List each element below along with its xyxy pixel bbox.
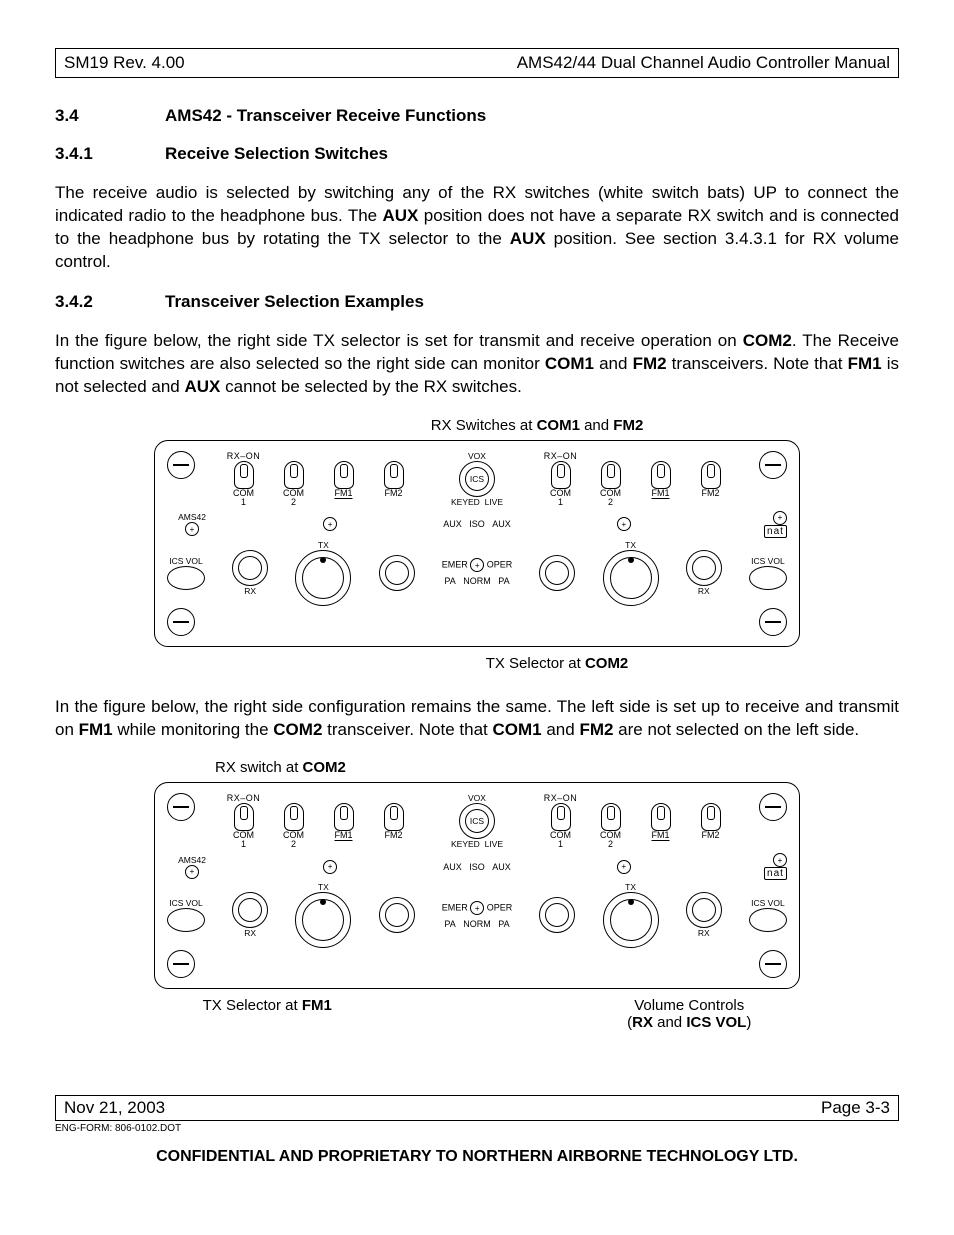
- tx-selector-knob: [603, 550, 659, 606]
- toggle-switch: [651, 803, 671, 831]
- sectitle: AMS42 - Transceiver Receive Functions: [165, 106, 486, 125]
- knob-icon: [539, 897, 575, 933]
- eng-form: ENG-FORM: 806-0102.DOT: [55, 1123, 899, 1134]
- knob-icon: [686, 892, 722, 928]
- knob-icon: [686, 550, 722, 586]
- screw-icon: [617, 860, 631, 874]
- fastener-icon: [167, 451, 195, 479]
- para-342b: In the figure below, the right side conf…: [55, 696, 899, 742]
- knob-icon: ICS: [459, 803, 495, 839]
- secnum: 3.4.1: [55, 144, 165, 164]
- toggle-switch: [551, 461, 571, 489]
- screw-icon: [773, 853, 787, 867]
- screw-icon: [617, 517, 631, 531]
- toggle-switch: [701, 461, 721, 489]
- toggle-switch: [334, 803, 354, 831]
- oval-icon: [749, 566, 787, 590]
- fig2-top-caption: RX switch at COM2: [215, 759, 899, 776]
- oval-icon: [167, 566, 205, 590]
- header-right: AMS42/44 Dual Channel Audio Controller M…: [517, 53, 890, 73]
- figure-1: RX Switches at COM1 and FM2 RX–ONCOM1 CO…: [55, 417, 899, 672]
- nat-logo: nat: [764, 525, 787, 538]
- toggle-switch: [234, 803, 254, 831]
- para-341: The receive audio is selected by switchi…: [55, 182, 899, 274]
- panel-diagram-2: RX–ONCOM1 COM2 FM1 FM2 VOX ICS KEYED LIV…: [154, 782, 800, 989]
- screw-icon: [773, 511, 787, 525]
- screw-icon: [185, 865, 199, 879]
- footer-page: Page 3-3: [821, 1098, 890, 1118]
- fig2-bot-right: Volume Controls (RX and ICS VOL): [627, 997, 751, 1031]
- toggle-switch: [601, 803, 621, 831]
- section-3-4-2: 3.4.2Transceiver Selection Examples: [55, 292, 899, 312]
- secnum: 3.4: [55, 106, 165, 126]
- panel-diagram-1: RX–ONCOM1 COM2 FM1 FM2 VOX ICS KEYED LIV…: [154, 440, 800, 647]
- figure-2: RX switch at COM2 RX–ONCOM1 COM2 FM1 FM2…: [55, 759, 899, 1031]
- knob-icon: [379, 555, 415, 591]
- fastener-icon: [759, 608, 787, 636]
- fastener-icon: [167, 793, 195, 821]
- toggle-switch: [701, 803, 721, 831]
- page-footer: Nov 21, 2003 Page 3-3: [55, 1095, 899, 1121]
- header-left: SM19 Rev. 4.00: [64, 53, 185, 73]
- screw-icon: [185, 522, 199, 536]
- toggle-switch: [384, 461, 404, 489]
- toggle-switch: [284, 803, 304, 831]
- toggle-switch: [234, 461, 254, 489]
- para-342a: In the figure below, the right side TX s…: [55, 330, 899, 399]
- knob-icon: ICS: [459, 461, 495, 497]
- oval-icon: [749, 908, 787, 932]
- fastener-icon: [167, 608, 195, 636]
- toggle-switch: [651, 461, 671, 489]
- secnum: 3.4.2: [55, 292, 165, 312]
- knob-icon: [232, 550, 268, 586]
- toggle-switch: [284, 461, 304, 489]
- section-3-4: 3.4AMS42 - Transceiver Receive Functions: [55, 106, 899, 126]
- screw-icon: [323, 860, 337, 874]
- nat-logo: nat: [764, 867, 787, 880]
- fig1-bot-caption: TX Selector at COM2: [55, 655, 899, 672]
- oval-icon: [167, 908, 205, 932]
- toggle-switch: [601, 461, 621, 489]
- sectitle: Receive Selection Switches: [165, 144, 388, 163]
- section-3-4-1: 3.4.1Receive Selection Switches: [55, 144, 899, 164]
- fastener-icon: [167, 950, 195, 978]
- page-header: SM19 Rev. 4.00 AMS42/44 Dual Channel Aud…: [55, 48, 899, 78]
- knob-icon: [539, 555, 575, 591]
- sectitle: Transceiver Selection Examples: [165, 292, 424, 311]
- toggle-switch: [551, 803, 571, 831]
- fastener-icon: [759, 793, 787, 821]
- toggle-switch: [334, 461, 354, 489]
- tx-selector-knob: [603, 892, 659, 948]
- fig1-top-caption: RX Switches at COM1 and FM2: [55, 417, 899, 434]
- fastener-icon: [759, 950, 787, 978]
- tx-selector-knob: [295, 892, 351, 948]
- knob-icon: [232, 892, 268, 928]
- knob-icon: [379, 897, 415, 933]
- fastener-icon: [759, 451, 787, 479]
- fig2-bot-left: TX Selector at FM1: [203, 997, 332, 1031]
- tx-selector-knob: [295, 550, 351, 606]
- confidential-notice: CONFIDENTIAL AND PROPRIETARY TO NORTHERN…: [55, 1148, 899, 1166]
- toggle-switch: [384, 803, 404, 831]
- fig2-bottom-captions: TX Selector at FM1 Volume Controls (RX a…: [55, 997, 899, 1031]
- screw-icon: [323, 517, 337, 531]
- footer-date: Nov 21, 2003: [64, 1098, 165, 1118]
